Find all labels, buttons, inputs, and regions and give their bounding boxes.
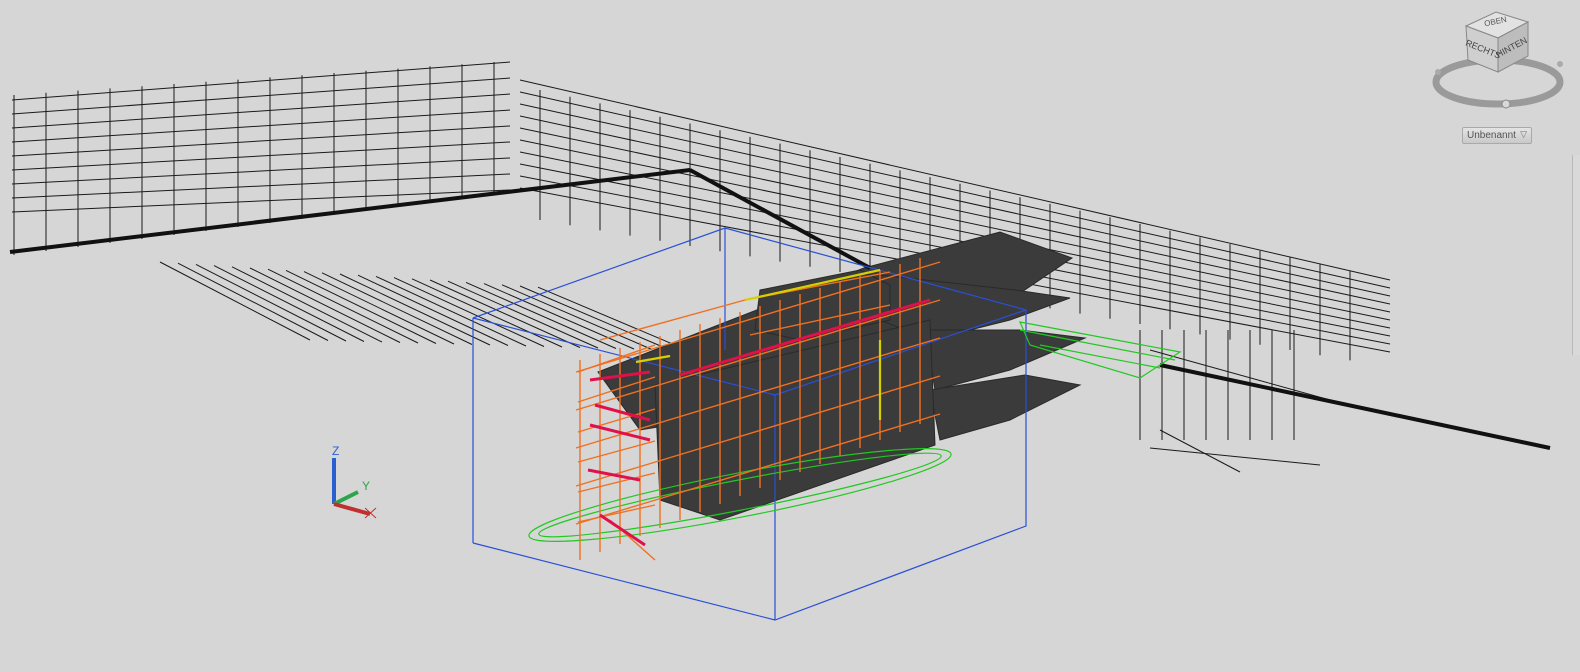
wire-rail [11,77,511,115]
wire-floor [429,279,581,348]
wire-rail [11,141,511,171]
wire-floor [267,268,419,344]
named-view-dropdown[interactable]: Unbenannt ▽ [1462,127,1532,144]
wire-floor [483,283,635,350]
wire-floor [249,267,401,343]
chevron-down-icon: ▽ [1520,129,1527,139]
viewcube[interactable]: OBEN RECHTS HINTEN [1428,4,1568,116]
wire-floor [357,274,509,346]
wire-floor [393,277,545,347]
wire-floor [177,262,329,341]
wire-floor [195,263,347,342]
wire-floor [501,284,653,350]
wire-floor [285,269,437,344]
model-scene[interactable] [0,0,1580,672]
wire-floor [465,281,617,349]
wire-floor [537,286,689,351]
ucs-z-label: Z [332,444,339,458]
wire-rail [1149,447,1321,466]
wire-rail [11,109,511,143]
wire-floor [231,266,383,343]
drawing-viewport[interactable]: OBEN RECHTS HINTEN Unbenannt ▽ Z Y [0,0,1580,672]
compass-marker-icon[interactable] [1501,99,1511,109]
wire-floor [339,273,491,346]
ucs-icon: Z Y [318,438,398,523]
side-panel-edge[interactable] [1572,155,1580,355]
wire-floor [159,261,311,341]
wire-rail [11,125,511,157]
named-view-label: Unbenannt [1467,130,1516,141]
wire-floor [213,265,365,342]
ucs-y-label: Y [362,479,370,493]
wire-floor [303,271,455,345]
wire-rail [1149,349,1331,401]
concrete-slabs [597,231,1087,521]
wire-rail [11,61,511,101]
wire-rail [11,93,511,129]
wire-rail [11,157,511,185]
wire-floor [375,275,527,347]
wire-rail [11,173,511,199]
wire-floor [519,285,671,351]
wire-floor [321,272,473,345]
wire-floor [447,280,599,349]
